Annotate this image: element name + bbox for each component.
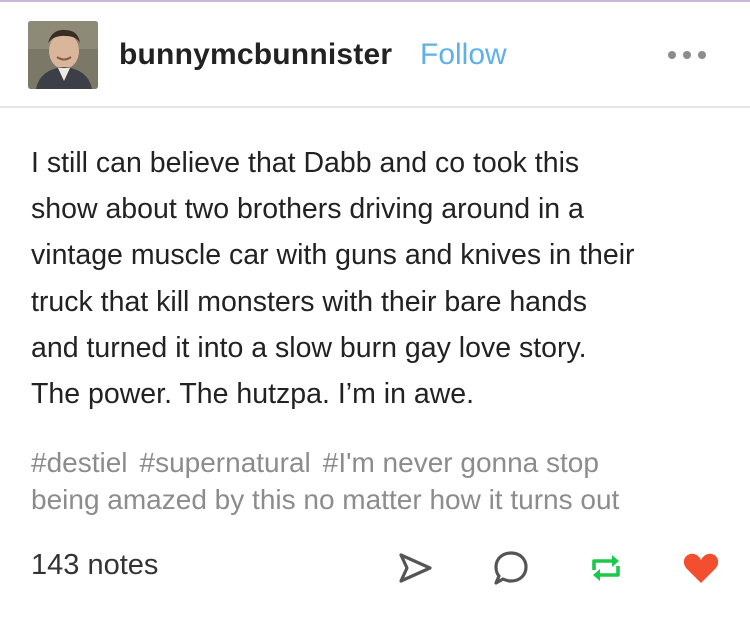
tag-never-gonna-stop-continued[interactable]: being amazed by this no matter how it tu… xyxy=(31,481,731,518)
post-body-line: and turned it into a slow burn gay love … xyxy=(31,331,587,364)
follow-button[interactable]: Follow xyxy=(420,38,507,72)
tag-destiel[interactable]: #destiel xyxy=(31,447,128,478)
post-body-line: truck that kill monsters with their bare… xyxy=(31,285,587,318)
tag-supernatural[interactable]: #supernatural xyxy=(140,447,311,478)
reblog-icon[interactable] xyxy=(586,548,626,588)
tags-line: #destiel #supernatural #I'm never gonna st… xyxy=(31,444,731,481)
like-icon[interactable] xyxy=(681,548,721,588)
post-tags: #destiel #supernatural #I'm never gonna st… xyxy=(31,444,731,518)
post-body-line: I still can believe that Dabb and co too… xyxy=(31,147,580,179)
username[interactable]: bunnymcbunnister xyxy=(119,38,392,72)
post-body-line: The power. The hutzpa. I’m in awe. xyxy=(31,378,475,411)
share-icon[interactable] xyxy=(395,548,435,588)
reply-icon[interactable] xyxy=(491,548,531,588)
post-body-line: vintage muscle car with guns and knives … xyxy=(31,239,635,272)
avatar[interactable] xyxy=(28,21,98,89)
tumblr-post: bunnymcbunnister Follow I still can beli… xyxy=(0,0,750,622)
more-options-icon[interactable] xyxy=(667,48,707,60)
tag-never-gonna-stop[interactable]: #I'm never gonna stop xyxy=(323,447,599,478)
post-body: I still can believe that Dabb and co too… xyxy=(31,140,731,417)
post-header: bunnymcbunnister Follow xyxy=(0,0,750,108)
notes-count[interactable]: 143 notes xyxy=(31,549,158,582)
post-body-line: show about two brothers driving around i… xyxy=(31,193,584,226)
